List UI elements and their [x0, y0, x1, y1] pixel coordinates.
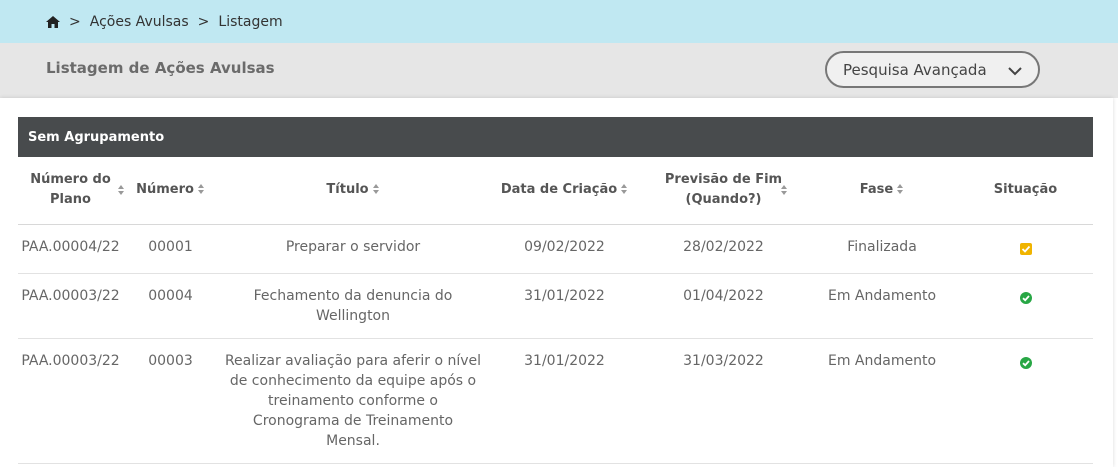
cell-phase: Em Andamento — [806, 273, 958, 339]
column-header-status: Situação — [958, 157, 1093, 225]
advanced-search-button[interactable]: Pesquisa Avançada — [825, 51, 1040, 88]
cell-forecast: 31/03/2022 — [641, 338, 806, 464]
check-circle-icon — [1019, 290, 1032, 304]
cell-plan-number: PAA.00004/22 — [18, 224, 123, 274]
column-label: Título — [326, 182, 369, 198]
breadcrumb-separator: > — [197, 13, 210, 30]
actions-table: Número do Plano Número Título Data de Cr… — [18, 157, 1093, 464]
column-header-phase[interactable]: Fase — [806, 157, 958, 225]
column-label: Previsão de Fim — [664, 172, 783, 188]
cell-phase: Em Andamento — [806, 338, 958, 464]
main-content: Sem Agrupamento Número do Plano Número T… — [0, 98, 1113, 467]
title-line: Cronograma de Treinamento — [252, 412, 454, 429]
column-label: Fase — [859, 182, 894, 198]
column-header-created[interactable]: Data de Criação — [488, 157, 641, 225]
cell-number: 00003 — [123, 338, 218, 464]
cell-status — [958, 224, 1093, 274]
breadcrumb-item-listagem: Listagem — [218, 13, 283, 30]
breadcrumb: > Ações Avulsas > Listagem — [0, 0, 1118, 43]
column-header-number[interactable]: Número — [123, 157, 218, 225]
checkbox-checked-icon — [1019, 241, 1032, 255]
title-line: Fechamento da denuncia do — [253, 287, 453, 304]
sort-icon[interactable] — [781, 185, 788, 196]
table-row[interactable]: PAA.00004/22 00001 Preparar o servidor 0… — [18, 224, 1093, 274]
cell-created: 09/02/2022 — [488, 224, 641, 274]
cell-number: 00004 — [123, 273, 218, 339]
column-label: (Quando?) — [685, 192, 762, 208]
cell-status — [958, 273, 1093, 339]
sort-icon[interactable] — [897, 184, 904, 195]
breadcrumb-item-acoes-avulsas[interactable]: Ações Avulsas — [90, 14, 189, 30]
sort-icon[interactable] — [197, 184, 205, 195]
cell-forecast: 01/04/2022 — [641, 273, 806, 339]
table-header-row: Número do Plano Número Título Data de Cr… — [18, 157, 1093, 225]
home-icon[interactable] — [46, 15, 60, 28]
title-line: treinamento conforme o — [268, 392, 438, 409]
chevron-down-icon — [1008, 62, 1022, 80]
cell-plan-number: PAA.00003/22 — [18, 338, 123, 464]
table-row[interactable]: PAA.00003/22 00004 Fechamento da denunci… — [18, 273, 1093, 339]
page-title: Listagem de Ações Avulsas — [46, 59, 275, 77]
cell-plan-number: PAA.00003/22 — [18, 273, 123, 339]
sort-icon[interactable] — [372, 184, 380, 195]
column-label: Número — [136, 182, 194, 198]
cell-phase: Finalizada — [806, 224, 958, 274]
column-header-title[interactable]: Título — [218, 157, 488, 225]
column-label: Situação — [993, 182, 1058, 198]
cell-status — [958, 338, 1093, 464]
title-line: Preparar o servidor — [285, 238, 421, 255]
title-line: Wellington — [316, 307, 390, 324]
column-header-forecast[interactable]: Previsão de Fim (Quando?) — [641, 157, 806, 225]
cell-title: Fechamento da denuncia do Wellington — [218, 273, 488, 339]
group-header: Sem Agrupamento — [18, 117, 1093, 157]
page-header: Listagem de Ações Avulsas Pesquisa Avanç… — [0, 43, 1118, 98]
check-circle-icon — [1019, 355, 1032, 369]
cell-created: 31/01/2022 — [488, 338, 641, 464]
column-label: Data de Criação — [500, 182, 618, 198]
column-header-plan-number[interactable]: Número do Plano — [18, 157, 124, 225]
cell-number: 00001 — [123, 224, 218, 274]
column-label: Número do — [30, 172, 111, 188]
title-line: de conhecimento da equipe após o — [229, 372, 477, 389]
cell-forecast: 28/02/2022 — [641, 224, 806, 274]
cell-title: Realizar avaliação para aferir o nível d… — [218, 338, 488, 464]
column-label: Plano — [50, 192, 91, 208]
table-row[interactable]: PAA.00003/22 00003 Realizar avaliação pa… — [18, 338, 1093, 464]
title-line: Realizar avaliação para aferir o nível — [224, 352, 482, 369]
breadcrumb-separator: > — [69, 13, 81, 30]
title-line: Mensal. — [326, 432, 380, 449]
cell-created: 31/01/2022 — [488, 273, 641, 339]
advanced-search-label: Pesquisa Avançada — [843, 60, 987, 79]
cell-title: Preparar o servidor — [218, 224, 488, 274]
sort-icon[interactable] — [621, 184, 628, 195]
